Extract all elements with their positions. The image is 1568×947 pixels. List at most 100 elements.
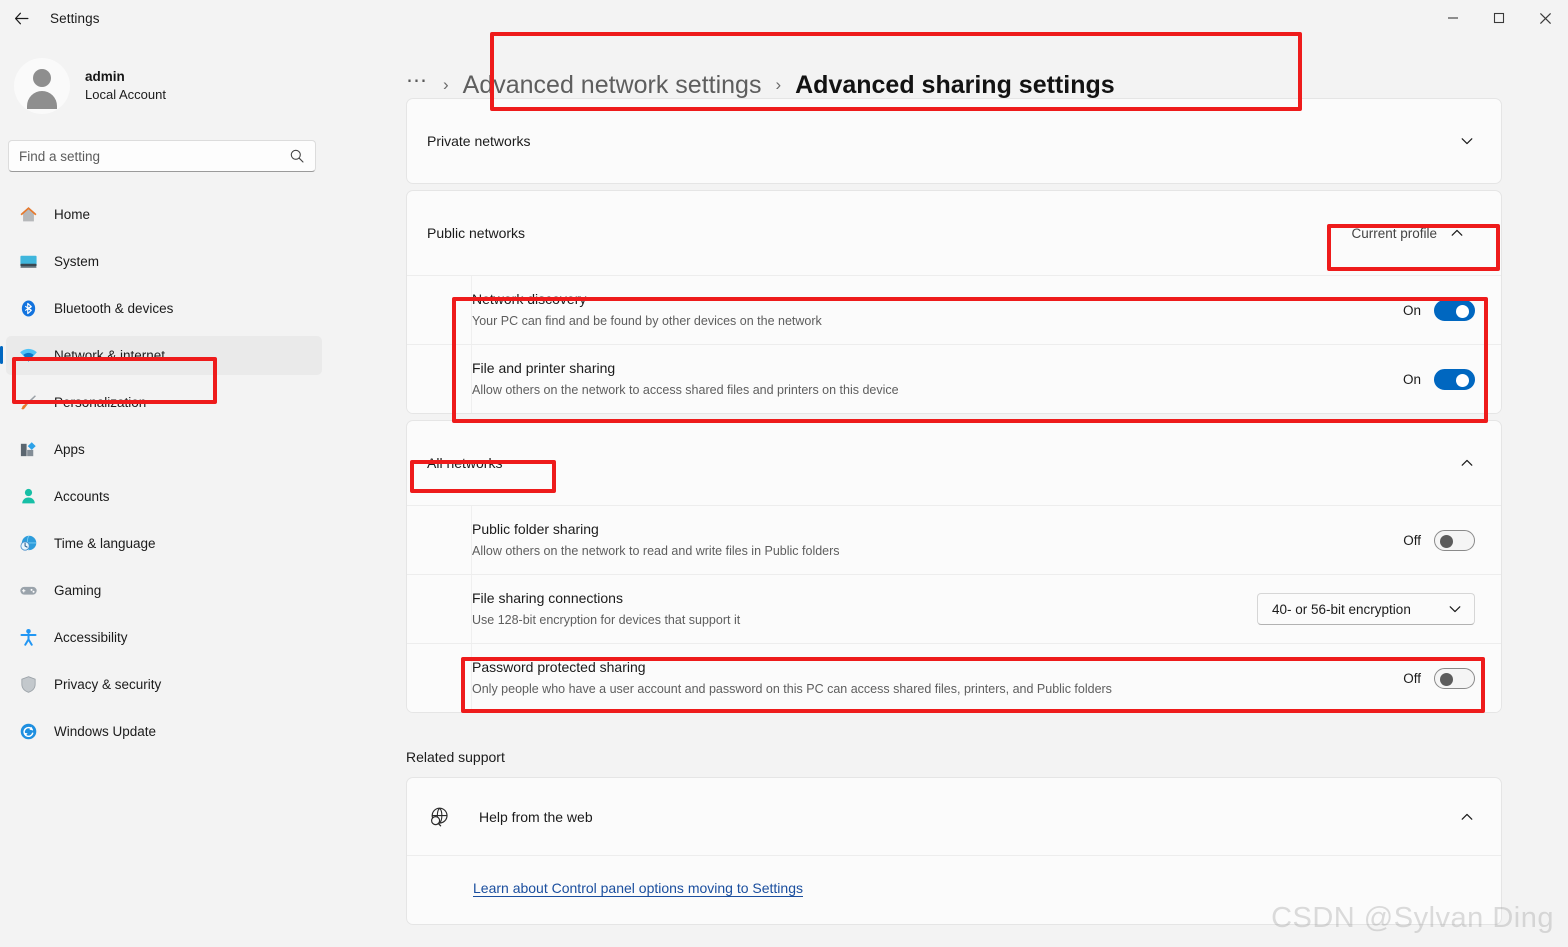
private-networks-header[interactable]: Private networks bbox=[407, 99, 1501, 183]
maximize-button[interactable] bbox=[1476, 0, 1522, 36]
sidebar-item-bluetooth[interactable]: Bluetooth & devices bbox=[6, 289, 322, 328]
watermark: CSDN @Sylvan Ding bbox=[1271, 902, 1554, 934]
accessibility-icon bbox=[18, 628, 38, 648]
private-networks-card: Private networks bbox=[406, 98, 1502, 184]
row-subtitle: Allow others on the network to access sh… bbox=[472, 383, 899, 397]
sidebar-item-label: Network & internet bbox=[54, 348, 166, 363]
close-button[interactable] bbox=[1522, 0, 1568, 36]
sidebar-item-network-internet[interactable]: Network & internet bbox=[0, 336, 322, 375]
chevron-right-icon: › bbox=[443, 75, 449, 94]
minimize-button[interactable] bbox=[1430, 0, 1476, 36]
chevron-up-icon bbox=[1461, 813, 1473, 820]
row-gutter bbox=[407, 506, 472, 574]
file-sharing-connections-row[interactable]: File sharing connections Use 128-bit enc… bbox=[407, 574, 1501, 643]
password-protected-sharing-row[interactable]: Password protected sharing Only people w… bbox=[407, 643, 1501, 712]
sidebar-item-time-language[interactable]: Time & language bbox=[6, 524, 322, 563]
related-support-label: Related support bbox=[406, 749, 505, 765]
network-discovery-toggle[interactable] bbox=[1434, 299, 1475, 321]
file-printer-sharing-row[interactable]: File and printer sharing Allow others on… bbox=[407, 344, 1501, 413]
control-panel-options-link[interactable]: Learn about Control panel options moving… bbox=[473, 880, 803, 897]
public-folder-sharing-row[interactable]: Public folder sharing Allow others on th… bbox=[407, 505, 1501, 574]
help-from-the-web-header[interactable]: Help from the web bbox=[407, 778, 1501, 855]
sidebar-item-label: Privacy & security bbox=[54, 677, 162, 692]
search-icon bbox=[290, 149, 304, 163]
account-icon bbox=[18, 487, 38, 507]
minimize-icon bbox=[1448, 17, 1458, 19]
sidebar-item-label: Home bbox=[54, 207, 91, 222]
account-summary[interactable]: admin Local Account bbox=[0, 36, 330, 114]
file-printer-sharing-toggle[interactable] bbox=[1434, 368, 1475, 390]
public-networks-header[interactable]: Public networks Current profile bbox=[407, 191, 1501, 275]
network-discovery-toggle-group[interactable]: On bbox=[1402, 299, 1475, 321]
settings-window: Settings admin Local Account Find a sett… bbox=[0, 0, 1568, 947]
sidebar-nav: Home System Bluetooth & devices Network … bbox=[0, 195, 330, 751]
sidebar: admin Local Account Home Sy bbox=[0, 36, 330, 947]
password-protected-sharing-toggle[interactable] bbox=[1434, 667, 1475, 689]
sidebar-item-label: System bbox=[54, 254, 100, 269]
sidebar-item-windows-update[interactable]: Windows Update bbox=[6, 712, 322, 751]
row-subtitle: Use 128-bit encryption for devices that … bbox=[472, 613, 741, 627]
row-title: Network discovery bbox=[472, 291, 587, 307]
public-folder-sharing-toggle[interactable] bbox=[1434, 529, 1475, 551]
sidebar-item-accessibility[interactable]: Accessibility bbox=[6, 618, 322, 657]
public-folder-sharing-toggle-group[interactable]: Off bbox=[1403, 529, 1475, 551]
sidebar-item-label: Personalization bbox=[54, 395, 147, 410]
current-profile-label: Current profile bbox=[1351, 225, 1437, 241]
title-bar: Settings bbox=[0, 0, 1568, 36]
chevron-right-icon: › bbox=[775, 75, 782, 94]
clock-globe-icon bbox=[18, 534, 38, 554]
current-profile-badge: Current profile bbox=[1337, 219, 1475, 247]
search-box[interactable] bbox=[8, 140, 316, 172]
bluetooth-icon bbox=[18, 299, 38, 319]
toggle-state-label: On bbox=[1402, 302, 1421, 318]
chevron-down-icon bbox=[1461, 138, 1473, 145]
account-type: Local Account bbox=[85, 87, 166, 103]
paintbrush-icon bbox=[18, 393, 38, 413]
help-from-the-web-title: Help from the web bbox=[479, 808, 593, 825]
row-gutter bbox=[407, 644, 472, 712]
file-printer-sharing-toggle-group[interactable]: On bbox=[1402, 368, 1475, 390]
sidebar-item-gaming[interactable]: Gaming bbox=[6, 571, 322, 610]
breadcrumb-overflow-button[interactable]: ⋯ bbox=[406, 70, 429, 96]
public-networks-card: Public networks Current profile Network … bbox=[406, 190, 1502, 414]
row-title: Password protected sharing bbox=[472, 659, 646, 675]
row-gutter bbox=[407, 345, 472, 413]
sidebar-item-label: Bluetooth & devices bbox=[54, 301, 174, 316]
file-sharing-encryption-select[interactable]: 40- or 56-bit encryption bbox=[1257, 593, 1475, 625]
back-button[interactable] bbox=[4, 3, 38, 33]
toggle-state-label: On bbox=[1402, 371, 1421, 387]
network-discovery-row[interactable]: Network discovery Your PC can find and b… bbox=[407, 275, 1501, 344]
breadcrumb-parent-link[interactable]: Advanced network settings bbox=[463, 71, 762, 100]
sidebar-item-label: Time & language bbox=[54, 536, 156, 551]
sidebar-item-apps[interactable]: Apps bbox=[6, 430, 322, 469]
chevron-down-icon bbox=[1449, 606, 1461, 613]
monitor-icon bbox=[18, 252, 38, 272]
toggle-state-label: Off bbox=[1403, 670, 1421, 686]
row-gutter bbox=[407, 575, 472, 643]
all-networks-header[interactable]: All networks bbox=[407, 421, 1501, 505]
row-title: Public folder sharing bbox=[472, 521, 599, 537]
sidebar-item-accounts[interactable]: Accounts bbox=[6, 477, 322, 516]
file-sharing-encryption-value: 40- or 56-bit encryption bbox=[1272, 601, 1411, 617]
main-content: ⋯ › Advanced network settings › Advanced… bbox=[330, 36, 1568, 947]
sidebar-item-privacy-security[interactable]: Privacy & security bbox=[6, 665, 322, 704]
avatar bbox=[14, 58, 70, 114]
page-title: Advanced sharing settings bbox=[795, 70, 1115, 99]
home-icon bbox=[18, 205, 38, 225]
sidebar-item-label: Windows Update bbox=[54, 724, 157, 739]
sidebar-item-personalization[interactable]: Personalization bbox=[6, 383, 322, 422]
sidebar-item-home[interactable]: Home bbox=[6, 195, 322, 234]
password-protected-sharing-toggle-group[interactable]: Off bbox=[1403, 667, 1475, 689]
private-networks-title: Private networks bbox=[427, 133, 531, 149]
chevron-up-icon bbox=[1461, 459, 1473, 466]
sidebar-item-system[interactable]: System bbox=[6, 242, 322, 281]
row-subtitle: Your PC can find and be found by other d… bbox=[472, 314, 822, 328]
window-controls bbox=[1430, 0, 1568, 36]
all-networks-title: All networks bbox=[427, 455, 503, 471]
gamepad-icon bbox=[18, 581, 38, 601]
sidebar-item-label: Gaming bbox=[54, 583, 102, 598]
sidebar-item-label: Accessibility bbox=[54, 630, 128, 645]
search-input[interactable] bbox=[19, 148, 289, 164]
toggle-state-label: Off bbox=[1403, 532, 1421, 548]
globe-search-icon bbox=[427, 805, 451, 829]
